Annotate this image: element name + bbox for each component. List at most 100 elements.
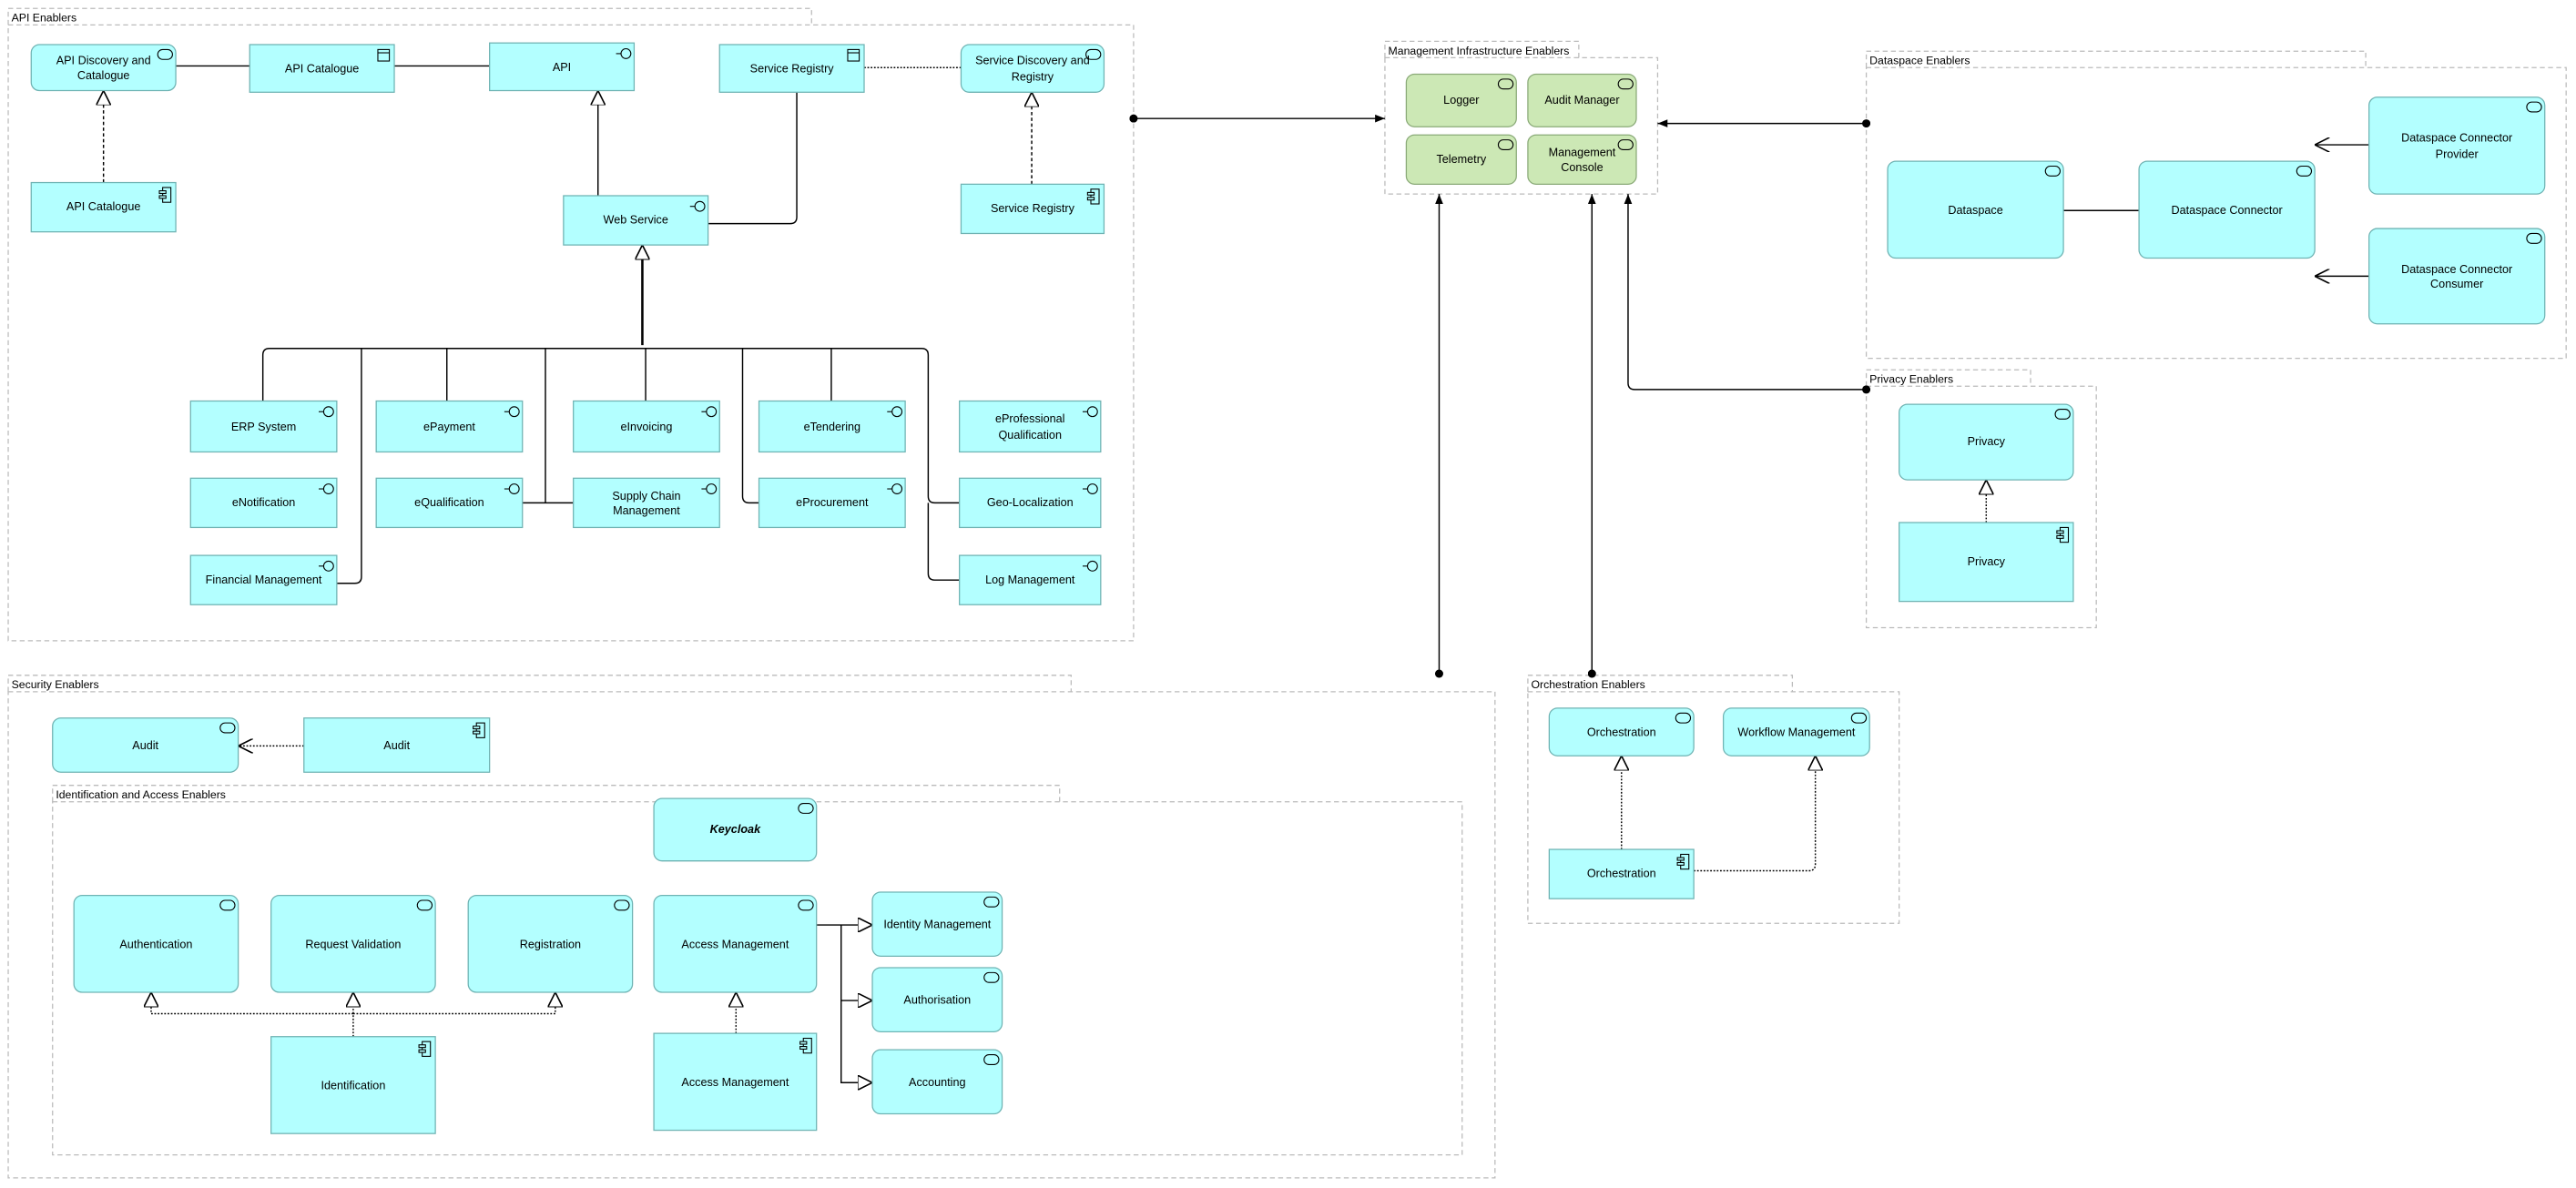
element-dataspace[interactable]: Dataspace [1887, 160, 2064, 259]
element-eproc[interactable]: eProcurement [758, 477, 906, 529]
element-label: eTendering [803, 421, 861, 434]
element-authz[interactable]: Authorisation [871, 967, 1003, 1032]
element-label: Privacy [1967, 557, 2005, 570]
element-equal[interactable]: eQualification [375, 477, 524, 529]
group-label: Orchestration Enablers [1532, 678, 1645, 691]
group-label: Security Enablers [12, 678, 99, 691]
element-label: eProfessional Qualification [994, 414, 1065, 442]
element-dscons[interactable]: Dataspace Connector Consumer [2368, 228, 2546, 325]
element-sdisc[interactable]: Service Discovery and Registry [960, 44, 1105, 93]
element-label: Access Management [681, 939, 789, 951]
element-enot[interactable]: eNotification [189, 477, 338, 529]
element-label: Dataspace Connector Provider [2401, 133, 2513, 161]
element-privc[interactable]: Privacy [1899, 522, 2074, 603]
element-eprof[interactable]: eProfessional Qualification [959, 400, 1102, 453]
element-acct[interactable]: Accounting [871, 1049, 1003, 1115]
element-label: Log Management [985, 575, 1075, 587]
element-label: Accounting [909, 1077, 966, 1090]
element-label: Service Registry [990, 204, 1074, 217]
group-label: Dataspace Enablers [1869, 55, 1970, 67]
element-sreg[interactable]: Service Registry [718, 44, 865, 93]
group-label: Privacy Enablers [1869, 373, 1953, 386]
element-label: Management Console [1548, 147, 1616, 175]
element-label: Logger [1443, 96, 1480, 108]
element-label: Keycloak [709, 825, 761, 838]
element-sregc[interactable]: Service Registry [960, 183, 1105, 235]
element-label: eQualification [414, 498, 484, 511]
element-label: Identity Management [883, 919, 992, 931]
element-idm[interactable]: Identity Management [871, 891, 1003, 957]
element-label: Dataspace Connector [2171, 205, 2283, 218]
element-einv[interactable]: eInvoicing [573, 400, 720, 453]
element-dsprov[interactable]: Dataspace Connector Provider [2368, 96, 2546, 195]
element-orchc[interactable]: Orchestration [1548, 848, 1695, 899]
element-reqval[interactable]: Request Validation [270, 894, 436, 993]
element-label: ePayment [423, 421, 475, 434]
element-label: eProcurement [796, 498, 869, 511]
element-keycloak[interactable]: Keycloak [653, 797, 818, 862]
element-dsconn[interactable]: Dataspace Connector [2138, 160, 2316, 259]
element-label: Service Registry [749, 64, 834, 76]
element-auditm[interactable]: Audit Manager [1527, 73, 1637, 127]
element-logger[interactable]: Logger [1405, 73, 1517, 127]
element-label: eInvoicing [620, 421, 673, 434]
element-label: Service Discovery and Registry [975, 56, 1090, 84]
element-label: ERP System [230, 421, 297, 434]
element-label: Geo-Localization [986, 498, 1074, 511]
group-api[interactable]: API Enablers [7, 7, 1135, 642]
element-apidisc[interactable]: API Discovery and Catalogue [30, 44, 177, 92]
element-label: Audit [132, 740, 159, 753]
element-epay[interactable]: ePayment [375, 400, 524, 453]
group-label: API Enablers [12, 12, 76, 25]
element-accmc[interactable]: Access Management [653, 1032, 818, 1132]
element-api[interactable]: API [489, 42, 636, 92]
group-label: Management Infrastructure Enablers [1389, 45, 1570, 57]
element-audits[interactable]: Audit [52, 717, 239, 773]
element-label: Dataspace [1948, 205, 2003, 218]
element-mconsole[interactable]: Management Console [1527, 134, 1637, 185]
element-label: Privacy [1967, 437, 2005, 450]
element-label: eNotification [231, 498, 296, 511]
element-label: Access Management [681, 1077, 789, 1090]
element-authn[interactable]: Authentication [73, 894, 239, 993]
element-label: API Catalogue [66, 202, 141, 215]
element-label: API Catalogue [284, 64, 360, 76]
element-label: Web Service [603, 216, 668, 228]
element-label: Audit [383, 740, 411, 753]
element-accm[interactable]: Access Management [653, 894, 818, 993]
element-wfm[interactable]: Workflow Management [1722, 707, 1870, 756]
element-geo[interactable]: Geo-Localization [959, 477, 1102, 529]
element-label: Workflow Management [1737, 727, 1856, 739]
element-erp[interactable]: ERP System [189, 400, 338, 453]
element-label: Telemetry [1436, 155, 1487, 168]
element-eten[interactable]: eTendering [758, 400, 906, 453]
element-label: Authorisation [903, 995, 972, 1007]
element-scm[interactable]: Supply Chain Management [573, 477, 720, 529]
element-fin[interactable]: Financial Management [189, 554, 338, 605]
element-label: Registration [519, 939, 582, 951]
element-label: Request Validation [305, 939, 402, 951]
element-apicat[interactable]: API Catalogue [249, 44, 395, 93]
element-label: Financial Management [205, 575, 322, 587]
group-label: Identification and Access Enablers [56, 788, 226, 801]
element-telemetry[interactable]: Telemetry [1405, 134, 1517, 185]
element-label: Orchestration [1586, 727, 1656, 739]
element-logm[interactable]: Log Management [959, 554, 1102, 605]
element-label: Authentication [119, 939, 193, 951]
archimate-diagram: API Enablers Management Infrastructure En… [7, 7, 2567, 1179]
element-label: Dataspace Connector Consumer [2401, 263, 2513, 291]
element-label: Supply Chain Management [612, 490, 681, 518]
element-label: Identification [321, 1081, 386, 1092]
element-label: API Discovery and Catalogue [56, 55, 151, 83]
element-apicatc[interactable]: API Catalogue [30, 181, 177, 233]
element-label: Orchestration [1586, 869, 1656, 881]
element-label: Audit Manager [1544, 96, 1620, 108]
element-orchs[interactable]: Orchestration [1548, 707, 1695, 756]
element-websvc[interactable]: Web Service [563, 195, 709, 246]
flow[interactable] [1624, 194, 1871, 394]
element-auditc[interactable]: Audit [303, 717, 491, 773]
element-label: API [552, 62, 572, 75]
element-privs[interactable]: Privacy [1899, 403, 2074, 481]
element-ident[interactable]: Identification [270, 1036, 436, 1134]
element-reg[interactable]: Registration [467, 894, 634, 993]
